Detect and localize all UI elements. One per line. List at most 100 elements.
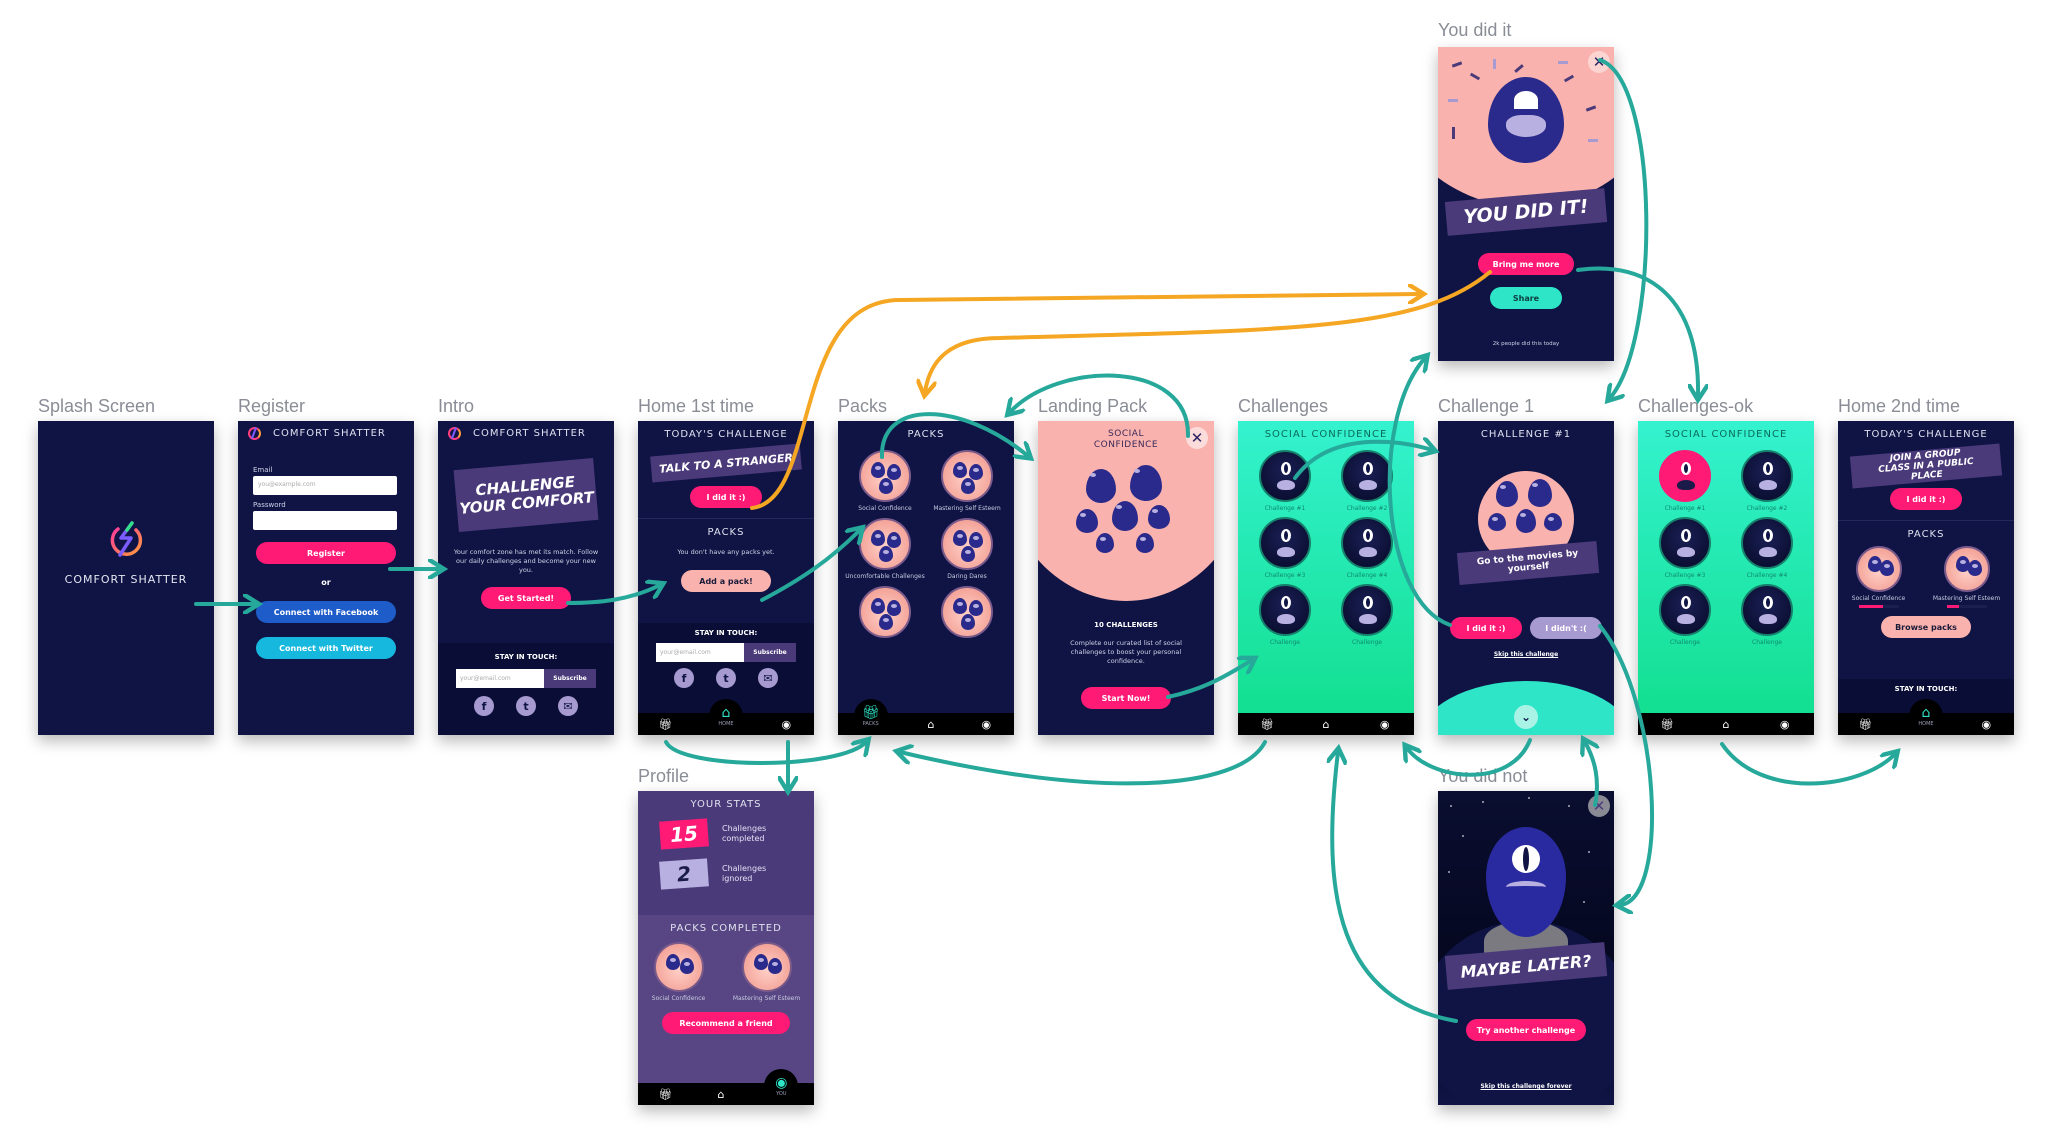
browse-packs-button[interactable]: Browse packs — [1881, 616, 1971, 638]
tab-home-icon[interactable]: ⌂ — [919, 718, 943, 731]
tab-bar: 🎁︎ ⌂ ◉ — [1238, 713, 1414, 735]
screen-challenges: SOCIAL CONFIDENCE Challenge #1 Challenge … — [1238, 421, 1414, 735]
chevron-down-icon[interactable]: ⌄ — [1514, 705, 1538, 729]
tab-packs-gift-icon[interactable]: 🎁︎ — [1854, 718, 1878, 731]
challenge-item[interactable]: Challenge #1 — [1644, 450, 1726, 512]
completed-pack-item[interactable]: Mastering Self Esteem — [733, 942, 800, 1002]
twitter-icon[interactable]: t — [516, 696, 536, 716]
tab-bar: 🎁︎ ⌂ ◉ — [1638, 713, 1814, 735]
tab-home-icon[interactable]: ⌂ — [709, 1088, 733, 1101]
challenge-item[interactable]: Challenge — [1244, 584, 1326, 646]
facebook-icon[interactable]: f — [474, 696, 494, 716]
mail-icon[interactable]: ✉ — [558, 696, 578, 716]
register-button[interactable]: Register — [256, 542, 396, 564]
tab-packs-active[interactable]: 🎁︎ PACKS — [853, 699, 888, 733]
tab-packs-gift-icon[interactable]: 🎁︎ — [654, 1088, 678, 1101]
challenge-item[interactable]: Challenge #1 — [1244, 450, 1326, 512]
subscribe-button[interactable]: Subscribe — [544, 669, 596, 688]
tab-profile-monster-icon[interactable]: ◉ — [1373, 718, 1397, 731]
challenge-item[interactable]: Challenge #3 — [1644, 517, 1726, 579]
challenge-item[interactable]: Challenge — [1326, 584, 1408, 646]
home-icon: ⌂ — [721, 704, 731, 721]
challenge-item[interactable]: Challenge #4 — [1726, 517, 1808, 579]
screen-profile: YOUR STATS 15 Challenges completed 2 Cha… — [638, 791, 814, 1105]
tab-packs-gift-icon[interactable]: 🎁︎ — [1255, 718, 1279, 731]
arrow-home1-packs-tab-to-packs — [664, 742, 866, 765]
pack-item[interactable]: Social Confidence — [844, 450, 926, 512]
share-button[interactable]: Share — [1490, 287, 1562, 309]
connect-twitter-button[interactable]: Connect with Twitter — [256, 637, 396, 659]
my-pack-item[interactable]: Social Confidence — [1852, 546, 1905, 608]
tab-profile-monster-icon[interactable]: ◉ — [974, 718, 998, 731]
facebook-icon[interactable]: f — [674, 668, 694, 688]
label-challenges: Challenges — [1238, 396, 1329, 416]
ignored-label: Challenges ignored — [722, 864, 767, 883]
subscribe-button[interactable]: Subscribe — [744, 643, 796, 662]
pack-item[interactable] — [844, 586, 926, 641]
bring-me-more-button[interactable]: Bring me more — [1478, 253, 1574, 275]
newsletter-email-input[interactable]: your@email.com — [656, 643, 744, 662]
challenge-name: Challenge — [1752, 639, 1782, 646]
get-started-button[interactable]: Get Started! — [481, 587, 571, 609]
challenge-item[interactable]: Challenge #4 — [1326, 517, 1408, 579]
happy-monster-icon — [1488, 77, 1564, 163]
tab-home-icon[interactable]: ⌂ — [1714, 718, 1738, 731]
tab-packs-gift-icon[interactable]: 🎁︎ — [1655, 718, 1679, 731]
close-icon[interactable]: ✕ — [1588, 795, 1610, 817]
tab-profile-monster-icon[interactable]: ◉ — [1773, 718, 1797, 731]
try-another-challenge-button[interactable]: Try another challenge — [1466, 1019, 1586, 1041]
did-it-button[interactable]: I did it :) — [690, 486, 762, 508]
email-field[interactable]: you@example.com — [253, 476, 397, 495]
mail-icon[interactable]: ✉ — [758, 668, 778, 688]
skip-challenge-link[interactable]: Skip this challenge — [1438, 651, 1614, 658]
tab-profile-monster-icon[interactable]: ◉ — [1974, 718, 1998, 731]
completed-count: 15 — [659, 818, 709, 850]
challenge-item[interactable]: Challenge #2 — [1726, 450, 1808, 512]
twitter-icon[interactable]: t — [716, 668, 736, 688]
label-intro: Intro — [438, 396, 475, 416]
close-icon[interactable]: ✕ — [1186, 427, 1208, 449]
pack-item[interactable]: Mastering Self Esteem — [926, 450, 1008, 512]
pack-item[interactable]: Daring Dares — [926, 518, 1008, 580]
newsletter-email-input[interactable]: your@email.com — [456, 669, 544, 688]
pack-name: Mastering Self Esteem — [732, 995, 801, 1002]
challenge-name: Challenge #1 — [1664, 505, 1706, 512]
my-pack-item[interactable]: Mastering Self Esteem — [1933, 546, 2000, 608]
recommend-friend-button[interactable]: Recommend a friend — [662, 1012, 790, 1034]
completed-label: Challenges completed — [722, 824, 767, 843]
tab-profile-monster-icon[interactable]: ◉ — [774, 718, 798, 731]
tab-home-active[interactable]: ⌂ HOME — [1908, 699, 1943, 733]
close-icon[interactable]: ✕ — [1588, 51, 1610, 73]
pack-name: Social Confidence — [858, 505, 912, 512]
tab-home-label: HOME — [1918, 720, 1934, 727]
challenge-item[interactable]: Challenge — [1726, 584, 1808, 646]
didnt-button[interactable]: I didn't :( — [1530, 617, 1602, 639]
tab-home-icon[interactable]: ⌂ — [1314, 718, 1338, 731]
your-stats-title: YOUR STATS — [690, 799, 762, 810]
challenge-monster-icon — [1341, 517, 1393, 569]
challenge-item[interactable]: Challenge #2 — [1326, 450, 1408, 512]
label-register: Register — [238, 396, 306, 416]
completed-pack-item[interactable]: Social Confidence — [652, 942, 705, 1002]
start-now-button[interactable]: Start Now! — [1081, 687, 1171, 709]
intro-body: Your comfort zone has met its match. Fol… — [453, 548, 599, 574]
pack-item[interactable] — [926, 586, 1008, 641]
challenge-item[interactable]: Challenge #3 — [1244, 517, 1326, 579]
challenge-item[interactable]: Challenge — [1644, 584, 1726, 646]
skip-forever-link[interactable]: Skip this challenge forever — [1438, 1083, 1614, 1090]
pack-item[interactable]: Uncomfortable Challenges — [844, 518, 926, 580]
challenge-monster-icon — [1259, 450, 1311, 502]
did-it-button[interactable]: I did it :) — [1890, 488, 1962, 510]
screen-home-first: TODAY'S CHALLENGE TALK TO A STRANGER I d… — [638, 421, 814, 735]
tab-home-active[interactable]: ⌂ HOME — [708, 699, 743, 733]
screen-you-did-not: MAYBE LATER? Try another challenge Skip … — [1438, 791, 1614, 1105]
did-it-button[interactable]: I did it :) — [1450, 617, 1522, 639]
packs-title: PACKS — [907, 429, 945, 440]
tab-packs-gift-icon[interactable]: 🎁︎ — [654, 718, 678, 731]
add-pack-button[interactable]: Add a pack! — [681, 570, 771, 592]
pack-name: Social Confidence — [651, 995, 706, 1002]
connect-facebook-button[interactable]: Connect with Facebook — [256, 601, 396, 623]
password-field[interactable] — [253, 511, 397, 530]
screen-register: COMFORT SHATTER Email you@example.com Pa… — [238, 421, 414, 735]
tab-you-active[interactable]: ◉ YOU — [764, 1069, 799, 1103]
